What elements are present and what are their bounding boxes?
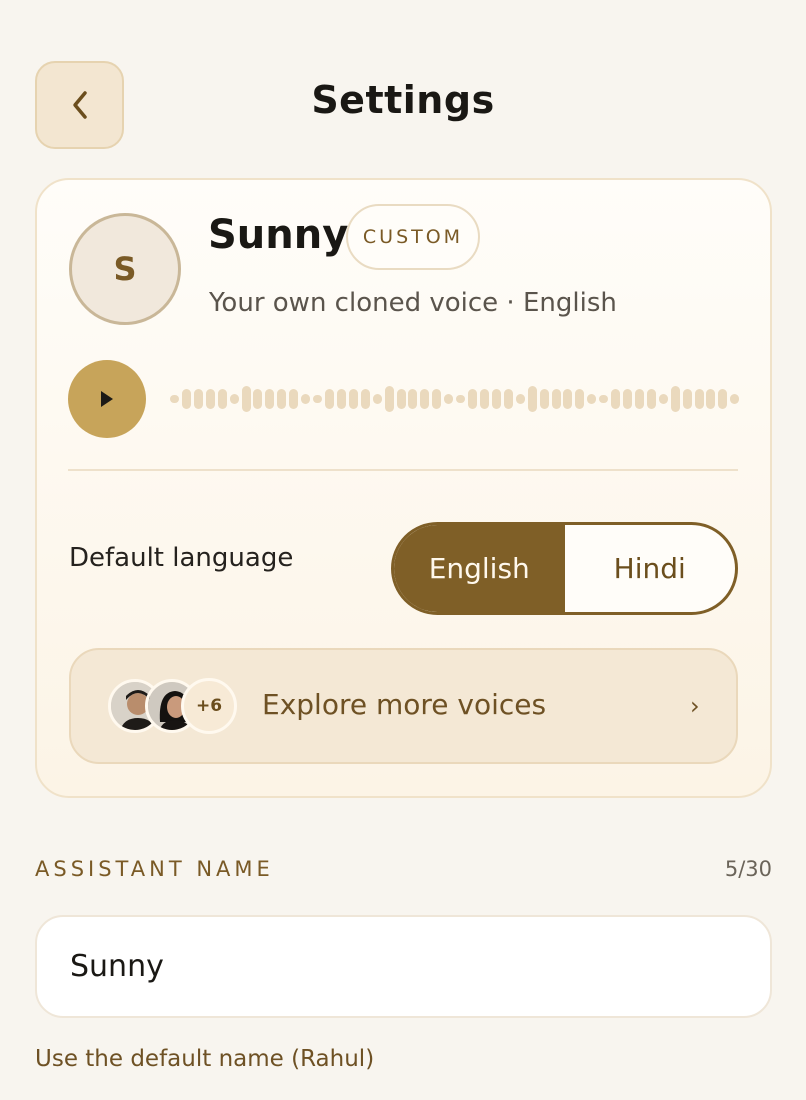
waveform-bar [503, 389, 513, 409]
waveform-bar [277, 389, 287, 409]
language-toggle[interactable]: English Hindi [391, 522, 738, 615]
waveform-bar [205, 389, 215, 409]
language-option-english[interactable]: English [394, 525, 565, 612]
assistant-name-label: ASSISTANT NAME [35, 857, 274, 881]
waveform-bar [551, 389, 561, 409]
use-default-name-link[interactable]: Use the default name (Rahul) [35, 1046, 374, 1072]
waveform-bar [623, 389, 633, 409]
waveform-bar [348, 389, 358, 409]
waveform-bar [444, 394, 454, 404]
waveform-bar [420, 389, 430, 409]
page-title: Settings [311, 78, 495, 122]
waveform-bar [432, 389, 442, 409]
waveform-bar [217, 389, 227, 409]
waveform-bar [193, 389, 203, 409]
waveform-bar [646, 389, 656, 409]
explore-voices-label: Explore more voices [262, 688, 547, 721]
waveform-bar [670, 386, 680, 412]
voice-avatar: S [69, 213, 181, 325]
waveform-bar [229, 394, 239, 404]
language-option-hindi[interactable]: Hindi [565, 525, 736, 612]
waveform-bar [599, 395, 609, 403]
waveform-bar [694, 389, 704, 409]
waveform-bar [491, 389, 501, 409]
waveform-bar [313, 395, 323, 403]
waveform-bar [658, 394, 668, 404]
waveform-bar [301, 394, 311, 404]
waveform-bar [539, 389, 549, 409]
default-language-label: Default language [69, 543, 294, 573]
voice-name: Sunny [208, 212, 349, 258]
waveform-bar [611, 389, 621, 409]
waveform-bar [456, 395, 466, 403]
waveform-bar [527, 386, 537, 412]
waveform-bar [289, 389, 299, 409]
more-voices-count: +6 [181, 678, 237, 734]
character-counter: 5/30 [724, 857, 772, 881]
waveform-bar [324, 389, 334, 409]
waveform-bar [515, 394, 525, 404]
assistant-name-input[interactable] [35, 915, 772, 1018]
waveform-bar [718, 389, 728, 409]
voice-waveform[interactable] [170, 385, 740, 413]
custom-badge: CUSTOM [346, 204, 480, 270]
waveform-bar [181, 389, 191, 409]
waveform-bar [241, 386, 251, 412]
waveform-bar [384, 386, 394, 412]
waveform-bar [468, 389, 478, 409]
waveform-bar [563, 389, 573, 409]
play-icon [101, 391, 113, 407]
waveform-bar [170, 395, 179, 403]
waveform-bar [253, 389, 263, 409]
waveform-bar [336, 389, 346, 409]
play-button[interactable] [68, 360, 146, 438]
waveform-bar [706, 389, 716, 409]
waveform-bar [575, 389, 585, 409]
waveform-bar [408, 389, 418, 409]
waveform-bar [396, 389, 406, 409]
waveform-bar [634, 389, 644, 409]
waveform-bar [682, 389, 692, 409]
waveform-bar [479, 389, 489, 409]
waveform-bar [587, 394, 597, 404]
waveform-bar [360, 389, 370, 409]
voice-subtitle: Your own cloned voice · English [209, 288, 617, 318]
waveform-bar [265, 389, 275, 409]
waveform-bar [730, 394, 740, 404]
chevron-right-icon: › [690, 692, 700, 720]
divider [68, 469, 738, 471]
waveform-bar [372, 394, 382, 404]
